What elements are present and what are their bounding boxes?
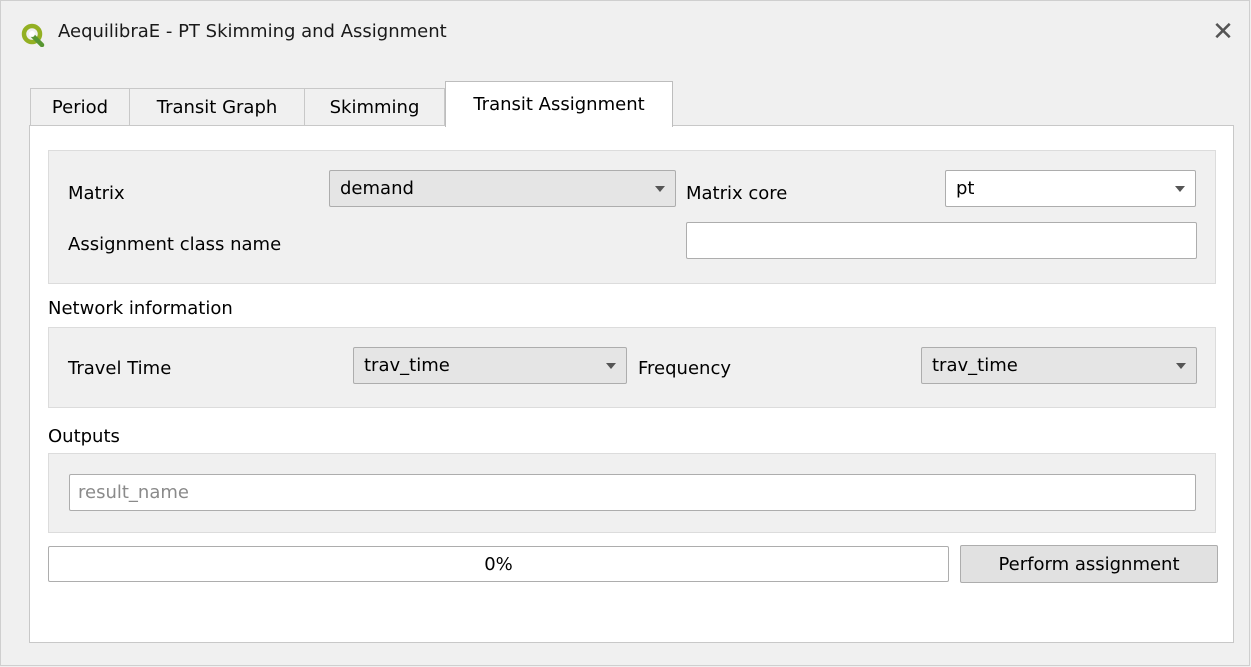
- matrix-select-value: demand: [340, 178, 414, 199]
- result-name-input[interactable]: [69, 474, 1196, 511]
- travel-time-label: Travel Time: [68, 358, 172, 379]
- outputs-group: [48, 453, 1216, 533]
- tab-label: Transit Assignment: [473, 94, 645, 115]
- tab-label: Skimming: [329, 96, 420, 118]
- matrix-core-select-value: pt: [956, 178, 975, 199]
- tab-label: Transit Graph: [156, 96, 278, 118]
- qgis-logo-icon: [21, 23, 45, 48]
- network-information-title: Network information: [48, 298, 233, 319]
- chevron-down-icon: [1176, 363, 1186, 369]
- tab-transit-graph[interactable]: Transit Graph: [129, 88, 305, 125]
- matrix-group: Matrix demand Matrix core pt Assignment …: [48, 150, 1216, 284]
- chevron-down-icon: [1175, 186, 1185, 192]
- network-information-group: Travel Time trav_time Frequency trav_tim…: [48, 327, 1216, 408]
- window-title: AequilibraE - PT Skimming and Assignment: [58, 21, 447, 42]
- frequency-select[interactable]: trav_time: [921, 347, 1197, 384]
- progress-bar: 0%: [48, 546, 949, 582]
- tab-panel-transit-assignment: Matrix demand Matrix core pt Assignment …: [29, 125, 1234, 643]
- matrix-label: Matrix: [68, 183, 125, 204]
- assignment-class-name-input[interactable]: [686, 222, 1197, 259]
- assignment-class-name-label: Assignment class name: [68, 234, 282, 255]
- perform-assignment-button[interactable]: Perform assignment: [960, 545, 1218, 583]
- dialog-window: AequilibraE - PT Skimming and Assignment…: [0, 0, 1250, 666]
- outputs-title: Outputs: [48, 426, 120, 447]
- tab-transit-assignment[interactable]: Transit Assignment: [445, 81, 673, 127]
- tab-label: Period: [51, 96, 109, 118]
- matrix-core-label: Matrix core: [686, 183, 788, 204]
- tab-period[interactable]: Period: [30, 88, 130, 125]
- frequency-label: Frequency: [638, 358, 731, 379]
- travel-time-select[interactable]: trav_time: [353, 347, 627, 384]
- frequency-select-value: trav_time: [932, 355, 1018, 376]
- matrix-select[interactable]: demand: [329, 170, 676, 207]
- chevron-down-icon: [606, 363, 616, 369]
- chevron-down-icon: [655, 186, 665, 192]
- close-icon: ✕: [1212, 17, 1234, 47]
- tab-skimming[interactable]: Skimming: [304, 88, 445, 125]
- matrix-core-select[interactable]: pt: [945, 170, 1196, 207]
- title-bar: AequilibraE - PT Skimming and Assignment…: [1, 1, 1249, 67]
- travel-time-select-value: trav_time: [364, 355, 450, 376]
- close-button[interactable]: ✕: [1206, 15, 1240, 49]
- progress-text: 0%: [484, 554, 513, 575]
